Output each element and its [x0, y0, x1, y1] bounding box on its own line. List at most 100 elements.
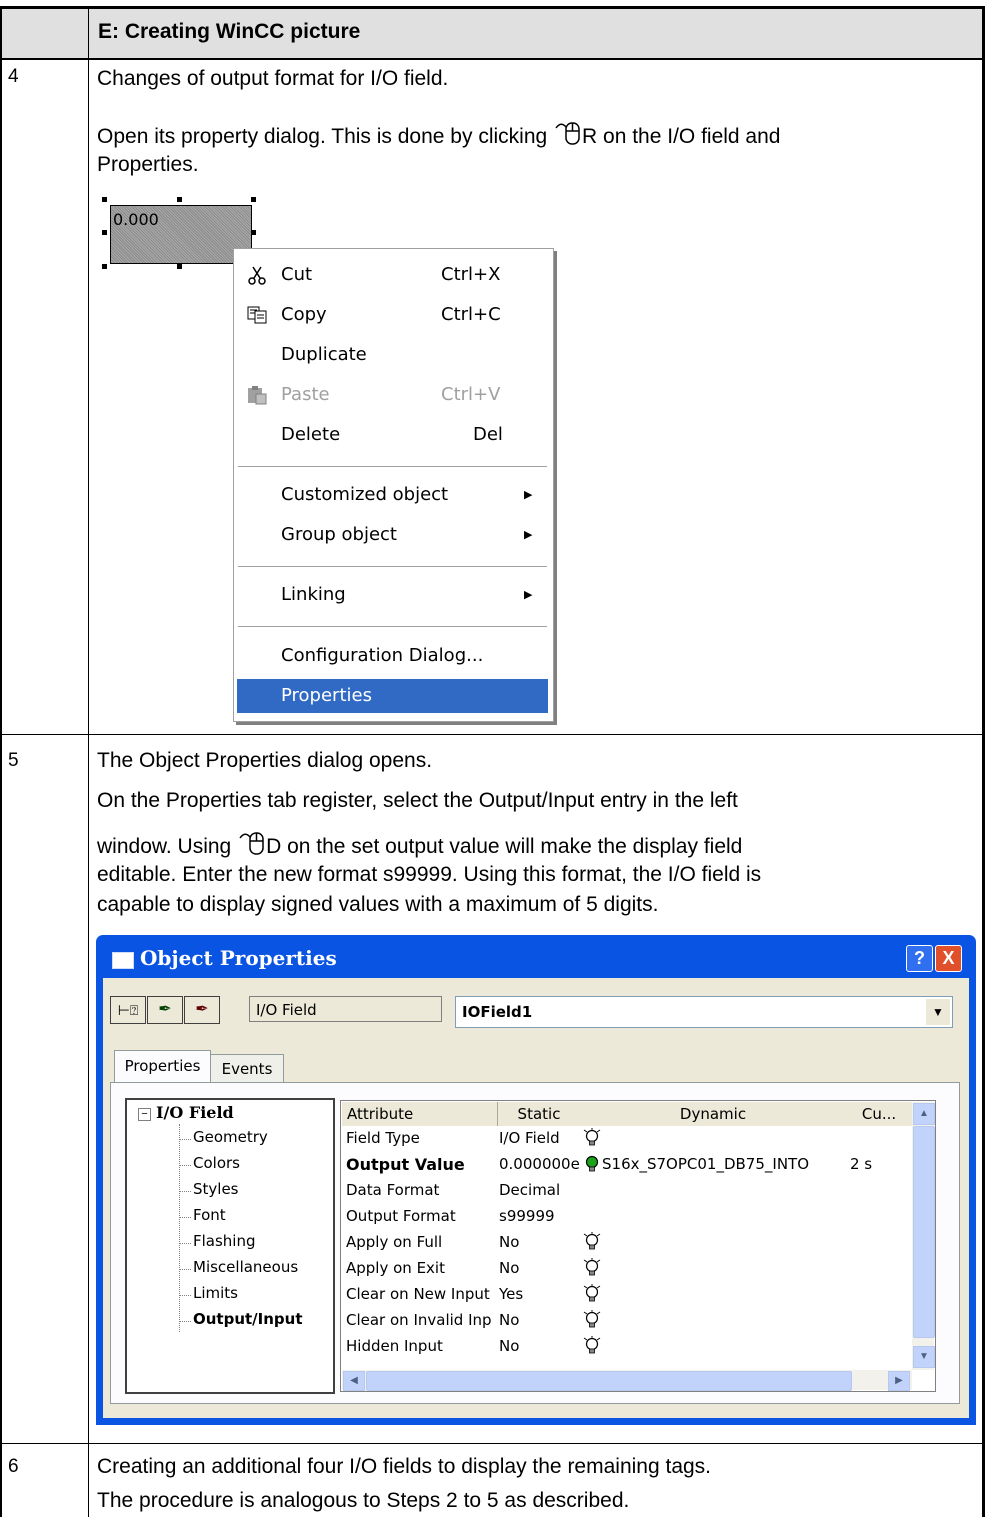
menu-item-group-object[interactable]: Group object ▶	[234, 518, 553, 552]
grid-static-value[interactable]: No	[499, 1259, 583, 1277]
menu-item-linking[interactable]: Linking ▶	[234, 578, 553, 612]
scroll-left-icon[interactable]: ◀	[343, 1371, 365, 1391]
tree-item-font[interactable]: Font	[193, 1206, 226, 1224]
grid-attribute[interactable]: Apply on Exit	[346, 1259, 445, 1277]
bulb-icon[interactable]	[583, 1232, 601, 1252]
copy-properties-button[interactable]: ✒	[147, 996, 183, 1024]
tree-line	[179, 1139, 191, 1140]
menu-item-shortcut: Ctrl+X	[441, 264, 501, 285]
copy-icon	[247, 306, 267, 324]
selection-handle[interactable]	[177, 197, 182, 202]
menu-item-label: Group object	[281, 524, 397, 545]
tab-events[interactable]: Events	[210, 1054, 284, 1083]
submenu-arrow-icon: ▶	[524, 528, 533, 541]
step-text-part: D on the set output value will make the …	[266, 835, 743, 858]
tree-line	[179, 1191, 191, 1192]
tree-item-colors[interactable]: Colors	[193, 1154, 240, 1172]
selection-handle[interactable]	[102, 197, 107, 202]
scroll-up-icon[interactable]: ▲	[913, 1103, 935, 1125]
selection-handle[interactable]	[251, 230, 256, 235]
menu-item-shortcut: Ctrl+V	[441, 384, 501, 405]
io-field-sample[interactable]: 0.000	[110, 205, 252, 264]
grid-static-value[interactable]: I/O Field	[499, 1129, 583, 1147]
grid-static-value[interactable]: No	[499, 1311, 583, 1329]
close-button[interactable]: X	[935, 945, 962, 972]
bulb-icon[interactable]	[583, 1128, 601, 1148]
tree-item-geometry[interactable]: Geometry	[193, 1128, 268, 1146]
step-number: 4	[8, 66, 19, 87]
step-text-part: R on the I/O field and	[582, 125, 781, 148]
grid-static-value[interactable]: s99999	[499, 1207, 583, 1225]
dynamic-active-bulb-icon[interactable]	[583, 1154, 601, 1174]
grid-attribute[interactable]: Clear on Invalid Inp	[346, 1311, 492, 1329]
scroll-right-icon[interactable]: ▶	[888, 1371, 910, 1391]
tree-item-styles[interactable]: Styles	[193, 1180, 239, 1198]
collapse-icon[interactable]: −	[138, 1108, 151, 1121]
grid-attribute[interactable]: Output Value	[346, 1155, 465, 1174]
bulb-icon[interactable]	[583, 1310, 601, 1330]
tree-item-flashing[interactable]: Flashing	[193, 1232, 256, 1250]
paste-icon	[248, 386, 267, 405]
column-header-dynamic[interactable]: Dynamic	[580, 1102, 847, 1126]
scissors-icon	[248, 266, 266, 285]
menu-item-cut[interactable]: Cut Ctrl+X	[234, 258, 553, 292]
menu-item-label: Duplicate	[281, 344, 367, 365]
tree-item-output-input[interactable]: Output/Input	[193, 1310, 303, 1328]
submenu-arrow-icon: ▶	[524, 488, 533, 501]
menu-item-configuration-dialog[interactable]: Configuration Dialog...	[234, 639, 553, 673]
grid-dynamic-value[interactable]: S16x_S7OPC01_DB75_INTO	[602, 1155, 809, 1173]
pin-button[interactable]: ⊢⍰	[110, 996, 146, 1024]
menu-item-customized-object[interactable]: Customized object ▶	[234, 478, 553, 512]
grid-attribute[interactable]: Hidden Input	[346, 1337, 443, 1355]
bulb-icon[interactable]	[583, 1284, 601, 1304]
menu-item-duplicate[interactable]: Duplicate	[234, 338, 553, 372]
grid-static-value[interactable]: No	[499, 1337, 583, 1355]
step-text-part: window. Using	[97, 835, 238, 858]
step-text: The procedure is analogous to Steps 2 to…	[97, 1489, 630, 1512]
help-button[interactable]: ?	[906, 945, 933, 972]
bulb-icon[interactable]	[583, 1336, 601, 1356]
row-divider-6	[0, 1443, 985, 1444]
selection-handle[interactable]	[102, 264, 107, 269]
step-text: window. Using D on the set output value …	[97, 830, 742, 862]
tree-line	[179, 1243, 191, 1244]
menu-item-delete[interactable]: Delete Del	[234, 418, 553, 452]
selection-handle[interactable]	[251, 197, 256, 202]
horizontal-scroll-thumb[interactable]	[366, 1371, 852, 1391]
grid-attribute[interactable]: Output Format	[346, 1207, 456, 1225]
menu-item-label: Linking	[281, 584, 346, 605]
column-header-cu[interactable]: Cu...	[846, 1102, 912, 1126]
grid-attribute[interactable]: Data Format	[346, 1181, 439, 1199]
column-header-attribute[interactable]: Attribute	[342, 1102, 498, 1126]
io-field-value: 0.000	[113, 210, 159, 229]
grid-static-value[interactable]: Decimal	[499, 1181, 583, 1199]
chevron-down-icon[interactable]: ▼	[926, 999, 950, 1025]
grid-static-value[interactable]: 0.000000e	[499, 1155, 583, 1173]
tree-root[interactable]: I/O Field	[156, 1103, 234, 1122]
tab-properties[interactable]: Properties	[114, 1050, 211, 1083]
tree-item-limits[interactable]: Limits	[193, 1284, 238, 1302]
object-type-field: I/O Field	[249, 996, 442, 1022]
selection-handle[interactable]	[177, 264, 182, 269]
tree-item-miscellaneous[interactable]: Miscellaneous	[193, 1258, 298, 1276]
table-left-border	[0, 6, 2, 1517]
grid-attribute[interactable]: Field Type	[346, 1129, 420, 1147]
grid-cu-value[interactable]: 2 s	[850, 1155, 872, 1173]
grid-static-value[interactable]: Yes	[499, 1285, 583, 1303]
grid-static-value[interactable]: No	[499, 1233, 583, 1251]
grid-attribute[interactable]: Clear on New Input	[346, 1285, 490, 1303]
vertical-scroll-thumb[interactable]	[913, 1126, 935, 1338]
tree-line	[179, 1124, 180, 1332]
row-divider-5	[0, 734, 985, 735]
scroll-down-icon[interactable]: ▼	[913, 1346, 935, 1368]
selection-handle[interactable]	[102, 230, 107, 235]
grid-attribute[interactable]: Apply on Full	[346, 1233, 442, 1251]
bulb-icon[interactable]	[583, 1258, 601, 1278]
assign-properties-button[interactable]: ✒	[184, 996, 220, 1024]
menu-item-properties[interactable]: Properties	[237, 679, 548, 713]
object-name-select[interactable]: IOField1	[455, 996, 953, 1028]
menu-item-copy[interactable]: Copy Ctrl+C	[234, 298, 553, 332]
menu-item-label: Paste	[281, 384, 330, 405]
column-header-static[interactable]: Static	[498, 1102, 581, 1126]
window-icon	[112, 952, 134, 969]
